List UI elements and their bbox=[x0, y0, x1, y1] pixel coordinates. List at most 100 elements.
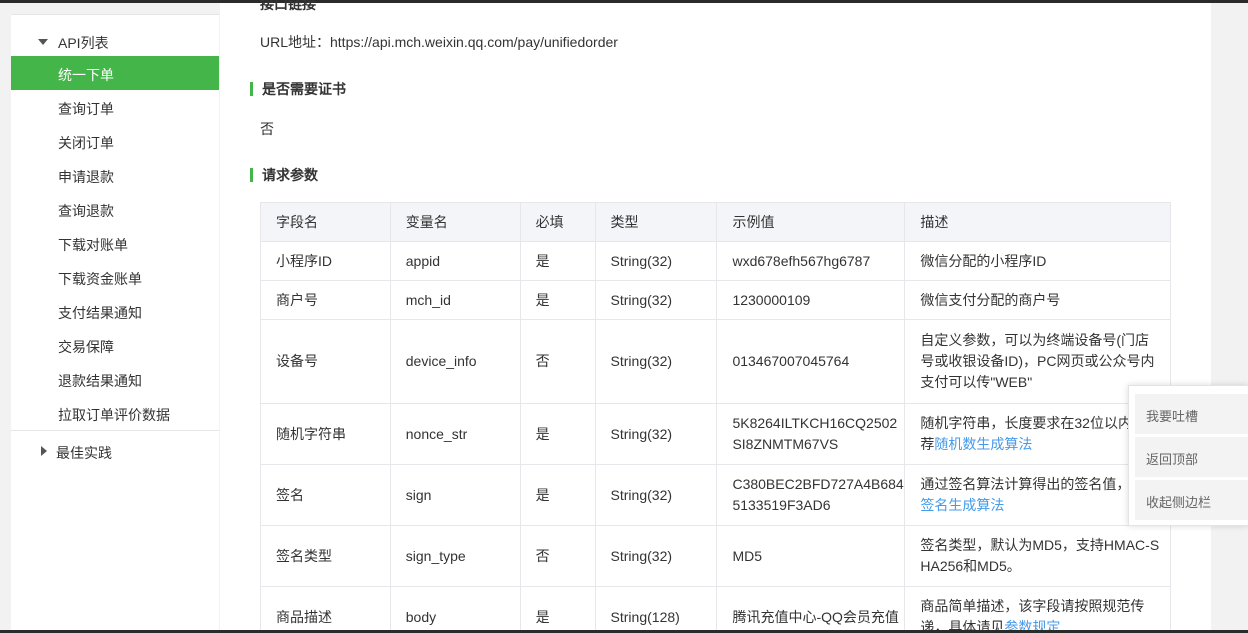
sidebar-item-download-fund-bill[interactable]: 下载资金账单 bbox=[11, 260, 219, 294]
table-header-row: 字段名 变量名 必填 类型 示例值 描述 bbox=[260, 202, 1171, 242]
cell-required: 是 bbox=[519, 464, 596, 526]
sidebar: API列表 统一下单 查询订单 关闭订单 申请退款 查询退款 下载对账单 下载资… bbox=[11, 14, 219, 633]
desc-text: 自定义参数，可以为终端设备号(门店号或收银设备ID)，PC网页或公众号内支付可以… bbox=[920, 332, 1155, 390]
request-params-table: 字段名 变量名 必填 类型 示例值 描述 小程序ID appid 是 Strin… bbox=[260, 202, 1171, 633]
back-to-top-label: 返回顶部 bbox=[1146, 452, 1199, 467]
table-row: 签名类型 sign_type 否 String(32) MD5 签名类型，默认为… bbox=[260, 525, 1171, 587]
sidebar-item-refund-notify[interactable]: 退款结果通知 bbox=[11, 362, 219, 396]
sidebar-item-label: 交易保障 bbox=[58, 339, 114, 355]
cell-type: String(32) bbox=[594, 280, 718, 320]
cell-desc: 微信支付分配的商户号 bbox=[904, 280, 1171, 320]
sidebar-item-refund[interactable]: 申请退款 bbox=[11, 158, 219, 192]
cell-var: body bbox=[389, 586, 521, 633]
cell-example: 013467007045764 bbox=[716, 319, 906, 404]
collapse-sidebar-label: 收起侧边栏 bbox=[1146, 495, 1212, 510]
feedback-label: 我要吐槽 bbox=[1146, 409, 1199, 424]
cell-type: String(128) bbox=[594, 586, 718, 633]
section-heading-api-url: 接口链接 bbox=[260, 0, 316, 12]
sidebar-item-close-order[interactable]: 关闭订单 bbox=[11, 124, 219, 158]
cell-desc: 签名类型，默认为MD5，支持HMAC-SHA256和MD5。 bbox=[904, 525, 1171, 587]
cell-desc: 微信分配的小程序ID bbox=[904, 241, 1171, 281]
cell-var: sign_type bbox=[389, 525, 521, 587]
column-header: 描述 bbox=[904, 202, 1171, 242]
cell-var: device_info bbox=[389, 319, 521, 404]
cell-example: 1230000109 bbox=[716, 280, 906, 320]
desc-text: 签名类型，默认为MD5，支持HMAC-SHA256和MD5。 bbox=[920, 537, 1160, 574]
cell-required: 是 bbox=[519, 241, 596, 281]
cert-value: 否 bbox=[260, 121, 274, 137]
cell-type: String(32) bbox=[594, 241, 718, 281]
cell-required: 否 bbox=[519, 525, 596, 587]
sidebar-group-label: API列表 bbox=[58, 35, 109, 51]
cell-type: String(32) bbox=[594, 319, 718, 404]
floating-toolbar: 我要吐槽 返回顶部 收起侧边栏 bbox=[1128, 385, 1248, 526]
cell-example: 腾讯充值中心-QQ会员充值 bbox=[716, 586, 906, 633]
sidebar-item-unified-order[interactable]: 统一下单 bbox=[11, 56, 219, 90]
cell-field: 商品描述 bbox=[260, 586, 391, 633]
sidebar-item-label: 退款结果通知 bbox=[58, 373, 142, 389]
feedback-button[interactable]: 我要吐槽 bbox=[1135, 394, 1248, 434]
table-row: 商品描述 body 是 String(128) 腾讯充值中心-QQ会员充值 商品… bbox=[260, 586, 1171, 633]
table-row: 签名 sign 是 String(32) C380BEC2BFD727A4B68… bbox=[260, 464, 1171, 526]
cell-example: MD5 bbox=[716, 525, 906, 587]
table-row: 随机字符串 nonce_str 是 String(32) 5K8264ILTKC… bbox=[260, 403, 1171, 465]
sidebar-item-label: 支付结果通知 bbox=[58, 305, 142, 321]
sidebar-item-label: 统一下单 bbox=[58, 67, 114, 83]
cell-type: String(32) bbox=[594, 464, 718, 526]
sidebar-divider bbox=[11, 430, 219, 431]
cell-field: 商户号 bbox=[260, 280, 391, 320]
sidebar-item-label: 下载对账单 bbox=[58, 237, 128, 253]
column-header: 变量名 bbox=[389, 202, 521, 242]
api-url-text: URL地址：https://api.mch.weixin.qq.com/pay/… bbox=[260, 34, 618, 50]
cell-field: 随机字符串 bbox=[260, 403, 391, 465]
column-header: 字段名 bbox=[260, 202, 391, 242]
sidebar-item-label: 关闭订单 bbox=[58, 135, 114, 151]
cell-required: 是 bbox=[519, 403, 596, 465]
sidebar-item-trade-guarantee[interactable]: 交易保障 bbox=[11, 328, 219, 362]
cell-required: 是 bbox=[519, 280, 596, 320]
column-header: 示例值 bbox=[716, 202, 906, 242]
cell-example: wxd678efh567hg6787 bbox=[716, 241, 906, 281]
sign-algorithm-link[interactable]: 签名生成算法 bbox=[920, 497, 1004, 513]
cell-var: nonce_str bbox=[389, 403, 521, 465]
section-heading-cert: 是否需要证书 bbox=[250, 82, 346, 96]
collapse-sidebar-button[interactable]: 收起侧边栏 bbox=[1135, 480, 1248, 520]
section-heading-params: 请求参数 bbox=[250, 168, 318, 182]
desc-text: 微信分配的小程序ID bbox=[920, 252, 1047, 269]
cell-var: mch_id bbox=[389, 280, 521, 320]
table-row: 设备号 device_info 否 String(32) 01346700704… bbox=[260, 319, 1171, 404]
table-row: 小程序ID appid 是 String(32) wxd678efh567hg6… bbox=[260, 241, 1171, 281]
sidebar-item-order-comments[interactable]: 拉取订单评价数据 bbox=[11, 396, 219, 430]
column-header: 类型 bbox=[594, 202, 718, 242]
random-algorithm-link[interactable]: 随机数生成算法 bbox=[934, 436, 1032, 452]
cell-type: String(32) bbox=[594, 525, 718, 587]
desc-text: 通过签名算法计算得出的签名值，详见 bbox=[920, 476, 1159, 492]
sidebar-group-api-list[interactable]: API列表 bbox=[11, 21, 219, 61]
sidebar-item-label: 查询订单 bbox=[58, 101, 114, 117]
column-header: 必填 bbox=[519, 202, 596, 242]
cell-field: 设备号 bbox=[260, 319, 391, 404]
cell-example: 5K8264ILTKCH16CQ2502SI8ZNMTM67VS bbox=[716, 403, 906, 465]
sidebar-item-query-order[interactable]: 查询订单 bbox=[11, 90, 219, 124]
sidebar-item-label: 申请退款 bbox=[58, 169, 114, 185]
cell-field: 签名 bbox=[260, 464, 391, 526]
main-content: 接口链接 URL地址：https://api.mch.weixin.qq.com… bbox=[220, 0, 1211, 633]
sidebar-item-label: 查询退款 bbox=[58, 203, 114, 219]
cell-desc: 商品简单描述，该字段请按照规范传递，具体请见参数规定 bbox=[904, 586, 1171, 633]
sidebar-item-download-bill[interactable]: 下载对账单 bbox=[11, 226, 219, 260]
caret-right-icon[interactable] bbox=[41, 446, 47, 456]
back-to-top-button[interactable]: 返回顶部 bbox=[1135, 437, 1248, 477]
table-row: 商户号 mch_id 是 String(32) 1230000109 微信支付分… bbox=[260, 280, 1171, 320]
sidebar-item-pay-notify[interactable]: 支付结果通知 bbox=[11, 294, 219, 328]
caret-down-icon bbox=[38, 39, 48, 45]
cell-var: sign bbox=[389, 464, 521, 526]
cell-example: C380BEC2BFD727A4B6845133519F3AD6 bbox=[716, 464, 906, 526]
sidebar-item-query-refund[interactable]: 查询退款 bbox=[11, 192, 219, 226]
cell-field: 小程序ID bbox=[260, 241, 391, 281]
sidebar-group-best-practice[interactable]: 最佳实践 bbox=[56, 443, 112, 463]
cell-required: 是 bbox=[519, 586, 596, 633]
cell-type: String(32) bbox=[594, 403, 718, 465]
cell-required: 否 bbox=[519, 319, 596, 404]
cell-var: appid bbox=[389, 241, 521, 281]
sidebar-item-label: 下载资金账单 bbox=[58, 271, 142, 287]
